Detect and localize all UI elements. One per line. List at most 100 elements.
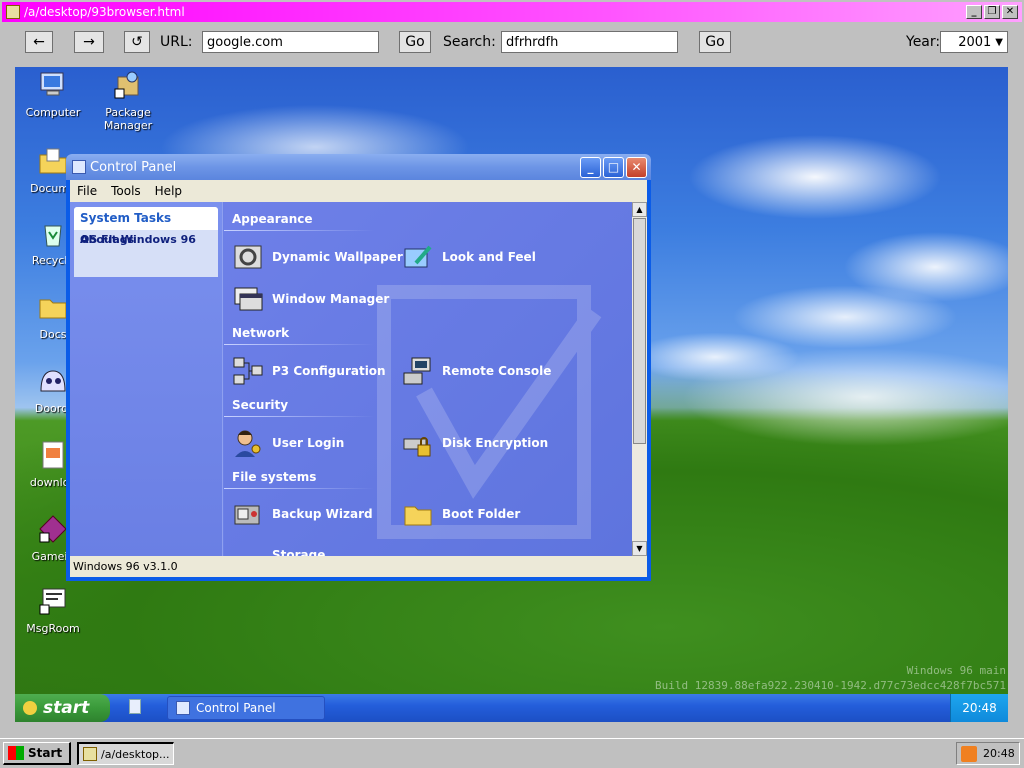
- host-system-tray: 20:48: [956, 742, 1020, 765]
- quick-launch-icon[interactable]: [129, 699, 141, 714]
- start-button[interactable]: start: [15, 694, 110, 722]
- user-login-icon: [235, 430, 261, 457]
- disk-encryption-icon: [403, 437, 431, 457]
- taskbar-item-label: Control Panel: [196, 701, 276, 715]
- close-button[interactable]: ✕: [1002, 5, 1018, 19]
- applet-label: Disk Encryption: [442, 436, 549, 450]
- applet-disk-encryption[interactable]: Disk Encryption: [402, 427, 548, 459]
- system-tasks-panel: System Tasks About Windows 96 OS Flags: [74, 207, 218, 277]
- search-go-button[interactable]: Go: [699, 31, 731, 53]
- back-button[interactable]: ←: [25, 31, 53, 53]
- minimize-button[interactable]: _: [580, 156, 601, 178]
- url-input[interactable]: google.com: [202, 31, 379, 53]
- applet-user-login[interactable]: User Login: [232, 427, 344, 459]
- host-taskbar: Start /a/desktop... 20:48: [0, 738, 1024, 768]
- category-security: Security: [232, 398, 289, 412]
- year-value: 2001: [958, 34, 992, 50]
- host-clock: 20:48: [983, 747, 1015, 760]
- browser-window: /a/desktop/93browser.html _ ❐ ✕ ← → ↺ UR…: [0, 0, 1024, 738]
- maximize-button[interactable]: □: [603, 156, 624, 178]
- applet-label: Look and Feel: [442, 250, 536, 264]
- url-go-button[interactable]: Go: [399, 31, 431, 53]
- applet-label: Backup Wizard: [272, 507, 373, 521]
- host-start-label: Start: [28, 746, 63, 760]
- windows-logo-icon: [23, 701, 37, 715]
- applet-backup-wizard[interactable]: Backup Wizard: [232, 498, 373, 530]
- vertical-scrollbar[interactable]: ▲ ▼: [632, 202, 647, 556]
- control-panel-window: Control Panel _ □ ✕ File Tools Help Syst…: [66, 154, 651, 581]
- downloads-icon: [42, 441, 64, 469]
- category-divider: [224, 488, 374, 489]
- applet-boot-folder[interactable]: Boot Folder: [402, 498, 520, 530]
- windows-logo-icon: [8, 746, 24, 760]
- scroll-down-button[interactable]: ▼: [632, 541, 647, 556]
- gamein-icon: [39, 515, 67, 543]
- applet-window-manager[interactable]: Window Manager: [232, 283, 389, 315]
- menu-help[interactable]: Help: [148, 184, 189, 198]
- package-icon: [114, 71, 139, 99]
- system-tray-clock: 20:48: [950, 694, 1008, 722]
- url-label: URL:: [160, 34, 193, 50]
- start-label: start: [43, 698, 90, 718]
- menu-file[interactable]: File: [70, 184, 104, 198]
- build-watermark-build: Build 12839.88efa922.230410-1942.d77c73e…: [655, 679, 1006, 692]
- category-divider: [224, 416, 374, 417]
- applet-label: User Login: [272, 436, 345, 450]
- host-taskbar-item-label: /a/desktop...: [101, 747, 170, 761]
- desktop-icon-label: Package Manager: [103, 106, 153, 132]
- scrollbar-thumb[interactable]: [633, 218, 646, 444]
- category-file-systems: File systems: [232, 470, 317, 484]
- control-panel-title-bar[interactable]: Control Panel _ □ ✕: [66, 154, 651, 180]
- year-select[interactable]: 2001 ▼: [940, 31, 1008, 53]
- desktop-icon-msgroom[interactable]: MsgRoom: [13, 585, 93, 635]
- close-button[interactable]: ✕: [626, 156, 647, 178]
- category-storage: Storage: [272, 548, 326, 556]
- search-input[interactable]: dfrhrdfh: [501, 31, 678, 53]
- control-panel-icon: [72, 160, 86, 174]
- applets-area: Appearance Dynamic Wallpaper Look and Fe…: [224, 202, 632, 556]
- desktop-icon-label: Computer: [25, 106, 81, 119]
- dynamic-wallpaper-icon: [234, 245, 262, 269]
- browser-toolbar: ← → ↺ URL: google.com Go Search: dfrhrdf…: [0, 24, 1024, 60]
- task-os-flags[interactable]: OS Flags: [74, 230, 134, 248]
- task-pane: System Tasks About Windows 96 OS Flags: [70, 202, 223, 556]
- host-taskbar-item[interactable]: /a/desktop...: [77, 742, 174, 765]
- computer-icon: [40, 72, 64, 96]
- network-config-icon: [233, 357, 263, 385]
- restore-button[interactable]: ❐: [984, 5, 1000, 19]
- desktop-icon-computer[interactable]: Computer: [13, 69, 93, 119]
- chevron-down-icon: ▼: [995, 36, 1003, 48]
- desktop-icon-package-manager[interactable]: Package Manager: [88, 69, 168, 132]
- rss-feed-icon[interactable]: [961, 745, 977, 762]
- recycle-bin-icon: [44, 225, 62, 247]
- applet-label: Window Manager: [272, 292, 390, 306]
- remote-console-icon: [403, 357, 431, 385]
- applet-label: Dynamic Wallpaper: [272, 250, 403, 264]
- year-label: Year:: [906, 34, 941, 50]
- msgroom-icon: [39, 588, 66, 615]
- document-icon: [83, 747, 97, 761]
- minimize-button[interactable]: _: [966, 5, 982, 19]
- documents-icon: [39, 148, 67, 174]
- applet-dynamic-wallpaper[interactable]: Dynamic Wallpaper: [232, 241, 403, 273]
- forward-button[interactable]: →: [74, 31, 104, 53]
- system-tasks-header[interactable]: System Tasks: [74, 207, 218, 230]
- browser-title: /a/desktop/93browser.html: [24, 5, 185, 19]
- reload-button[interactable]: ↺: [124, 31, 150, 53]
- scroll-up-button[interactable]: ▲: [632, 202, 647, 217]
- document-icon: [6, 5, 20, 19]
- doordiary-icon: [40, 370, 66, 392]
- control-panel-title: Control Panel: [90, 159, 177, 175]
- boot-folder-icon: [404, 506, 432, 526]
- look-and-feel-icon: [404, 245, 432, 268]
- applet-p3-configuration[interactable]: P3 Configuration: [232, 355, 386, 387]
- desktop-icon-label: MsgRoom: [26, 622, 80, 635]
- taskbar-item-control-panel[interactable]: Control Panel: [167, 696, 325, 720]
- menu-tools[interactable]: Tools: [104, 184, 148, 198]
- host-start-button[interactable]: Start: [3, 742, 71, 765]
- applet-remote-console[interactable]: Remote Console: [402, 355, 551, 387]
- applet-look-and-feel[interactable]: Look and Feel: [402, 241, 536, 273]
- folder-icon: [39, 299, 67, 319]
- browser-title-bar: /a/desktop/93browser.html _ ❐ ✕: [2, 2, 1022, 22]
- applet-label: Boot Folder: [442, 507, 521, 521]
